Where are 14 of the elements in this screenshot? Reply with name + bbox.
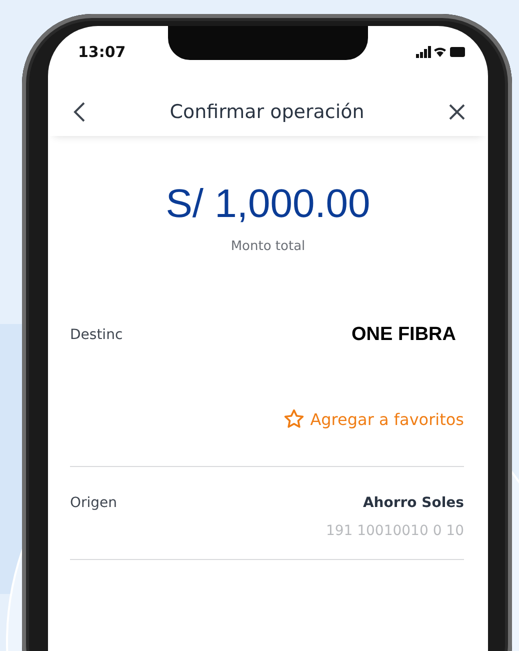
- add-favorite-link[interactable]: Agregar a favoritos: [283, 408, 464, 430]
- amount-label: Monto total: [230, 239, 306, 254]
- detail-label: Origen: [70, 495, 118, 511]
- detail-value: Ahorro Soles: [362, 495, 464, 511]
- account-number: 191 10010010 0 10: [326, 523, 464, 539]
- screen-title: Confirmar operación: [170, 101, 364, 123]
- star-icon: [283, 408, 306, 430]
- detail-value: ONE FIBRA: [352, 324, 456, 346]
- status-icons: [416, 46, 466, 58]
- amount-value: S/ 1,000.00: [166, 182, 370, 227]
- status-time: 13:07: [78, 43, 126, 61]
- back-icon[interactable]: [72, 101, 86, 123]
- close-icon[interactable]: [448, 103, 466, 121]
- detail-label: Destinc: [70, 327, 123, 343]
